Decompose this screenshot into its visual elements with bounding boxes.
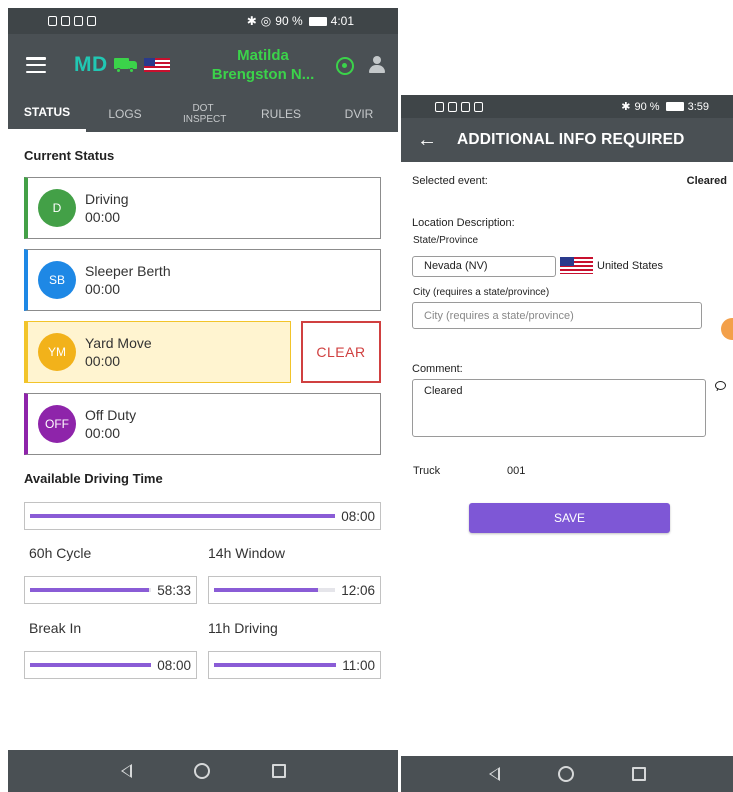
comment-textarea[interactable]: Cleared [412, 379, 706, 437]
notification-icon [48, 16, 57, 26]
system-nav-bar [8, 750, 398, 792]
cycle-label: 60h Cycle [29, 545, 92, 561]
app-logo: MD [74, 53, 108, 76]
clock: 3:59 [687, 100, 709, 113]
battery-percent: 90 % [634, 100, 660, 113]
state-province-select[interactable]: Nevada (NV) [412, 256, 556, 277]
back-nav-icon[interactable] [488, 767, 500, 781]
available-driving-title: Available Driving Time [24, 471, 163, 486]
phone-right-screen: ✱ 90 % 3:59 ← ADDITIONAL INFO REQUIRED S… [401, 95, 733, 792]
selected-event-label: Selected event: [412, 175, 488, 187]
tab-dot-inspect[interactable]: DOT INSPECT [164, 96, 242, 132]
back-arrow-icon[interactable]: ← [417, 129, 437, 152]
phone-left-screen: ✱ ◎ 90 % 4:01 MD Matilda Brengston N... … [8, 8, 398, 792]
recents-nav-icon[interactable] [631, 767, 646, 781]
status-label: Sleeper Berth [85, 263, 171, 279]
app-bar: MD Matilda Brengston N... [8, 34, 398, 96]
clear-button[interactable]: CLEAR [301, 321, 381, 383]
break-timer: 08:00 [24, 651, 197, 679]
user-icon[interactable] [368, 56, 386, 74]
floating-action-button[interactable] [721, 318, 733, 340]
page-title: ADDITIONAL INFO REQUIRED [457, 131, 685, 148]
current-status-title: Current Status [24, 148, 115, 163]
location-icon: ◎ [260, 14, 272, 28]
battery-icon [308, 16, 327, 26]
tab-rules[interactable]: RULES [242, 96, 320, 132]
break-label: Break In [29, 620, 82, 636]
notification-icons [435, 101, 483, 112]
bluetooth-icon: ✱ [621, 101, 631, 113]
gallery-icon [474, 101, 483, 112]
battery-icon [665, 102, 684, 111]
status-label: Yard Move [85, 335, 152, 351]
us-flag-icon [143, 58, 170, 72]
window-label: 14h Window [208, 545, 286, 561]
total-driving-timer: 08:00 [24, 502, 381, 530]
status-time: 00:00 [85, 425, 121, 441]
window-timer: 12:06 [208, 576, 381, 604]
status-badge: OFF [38, 405, 76, 443]
home-nav-icon[interactable] [193, 763, 210, 779]
status-time: 00:00 [85, 209, 121, 225]
status-card-driving[interactable]: D Driving 00:00 [24, 177, 381, 239]
home-nav-icon[interactable] [557, 766, 574, 782]
status-card-sleeper-berth[interactable]: SB Sleeper Berth 00:00 [24, 249, 381, 311]
system-indicators: ✱ 90 % 3:59 [621, 100, 709, 114]
status-label: Off Duty [85, 407, 137, 423]
status-time: 00:00 [85, 281, 121, 297]
bluetooth-icon: ✱ [246, 14, 257, 28]
tab-dvir[interactable]: DVIR [320, 96, 398, 132]
steering-wheel-icon[interactable] [336, 57, 354, 75]
menu-icon[interactable] [26, 57, 46, 73]
location-description-label: Location Description: [412, 217, 515, 229]
wifi-icon [61, 16, 70, 26]
city-input[interactable]: City (requires a state/province) [412, 302, 702, 329]
app-bar: ← ADDITIONAL INFO REQUIRED [401, 118, 733, 162]
selected-event-value: Cleared [686, 175, 727, 187]
status-content: Current Status D Driving 00:00 SB Sleeper… [8, 132, 398, 756]
status-card-off-duty[interactable]: OFF Off Duty 00:00 [24, 393, 381, 455]
status-label: Driving [85, 191, 129, 207]
status-bar: ✱ 90 % 3:59 [401, 95, 733, 118]
notification-icons [48, 16, 96, 26]
status-badge: SB [38, 261, 76, 299]
battery-percent: 90 % [275, 14, 303, 28]
system-indicators: ✱ ◎ 90 % 4:01 [247, 14, 354, 28]
tab-logs[interactable]: LOGS [86, 96, 164, 132]
gallery-icon [87, 16, 96, 26]
status-card-yard-move[interactable]: YM Yard Move 00:00 [24, 321, 291, 383]
city-label: City (requires a state/province) [413, 287, 550, 298]
status-bar: ✱ ◎ 90 % 4:01 [8, 8, 398, 34]
status-badge: YM [38, 333, 76, 371]
driving-label: 11h Driving [208, 620, 278, 636]
country-label: United States [597, 260, 664, 272]
video-icon [461, 101, 470, 112]
truck-label: Truck [413, 465, 441, 477]
status-badge: D [38, 189, 76, 227]
tab-status[interactable]: STATUS [8, 96, 86, 132]
state-province-label: State/Province [413, 235, 479, 246]
driving-timer: 11:00 [208, 651, 381, 679]
comment-icon[interactable] [715, 381, 726, 390]
back-nav-icon[interactable] [120, 764, 132, 778]
wifi-icon [448, 101, 457, 112]
notification-icon [435, 101, 444, 112]
status-time: 00:00 [85, 353, 121, 369]
recents-nav-icon[interactable] [271, 764, 286, 778]
clock: 4:01 [330, 14, 354, 28]
driver-name[interactable]: Matilda Brengston N... [198, 46, 328, 84]
comment-label: Comment: [412, 363, 463, 375]
cycle-timer: 58:33 [24, 576, 197, 604]
truck-value: 001 [507, 465, 526, 477]
video-icon [74, 16, 83, 26]
system-nav-bar [401, 756, 733, 792]
tab-bar: STATUS LOGS DOT INSPECT RULES DVIR [8, 96, 398, 132]
truck-icon [113, 58, 138, 73]
us-flag-icon [560, 257, 593, 274]
save-button[interactable]: SAVE [469, 503, 670, 533]
